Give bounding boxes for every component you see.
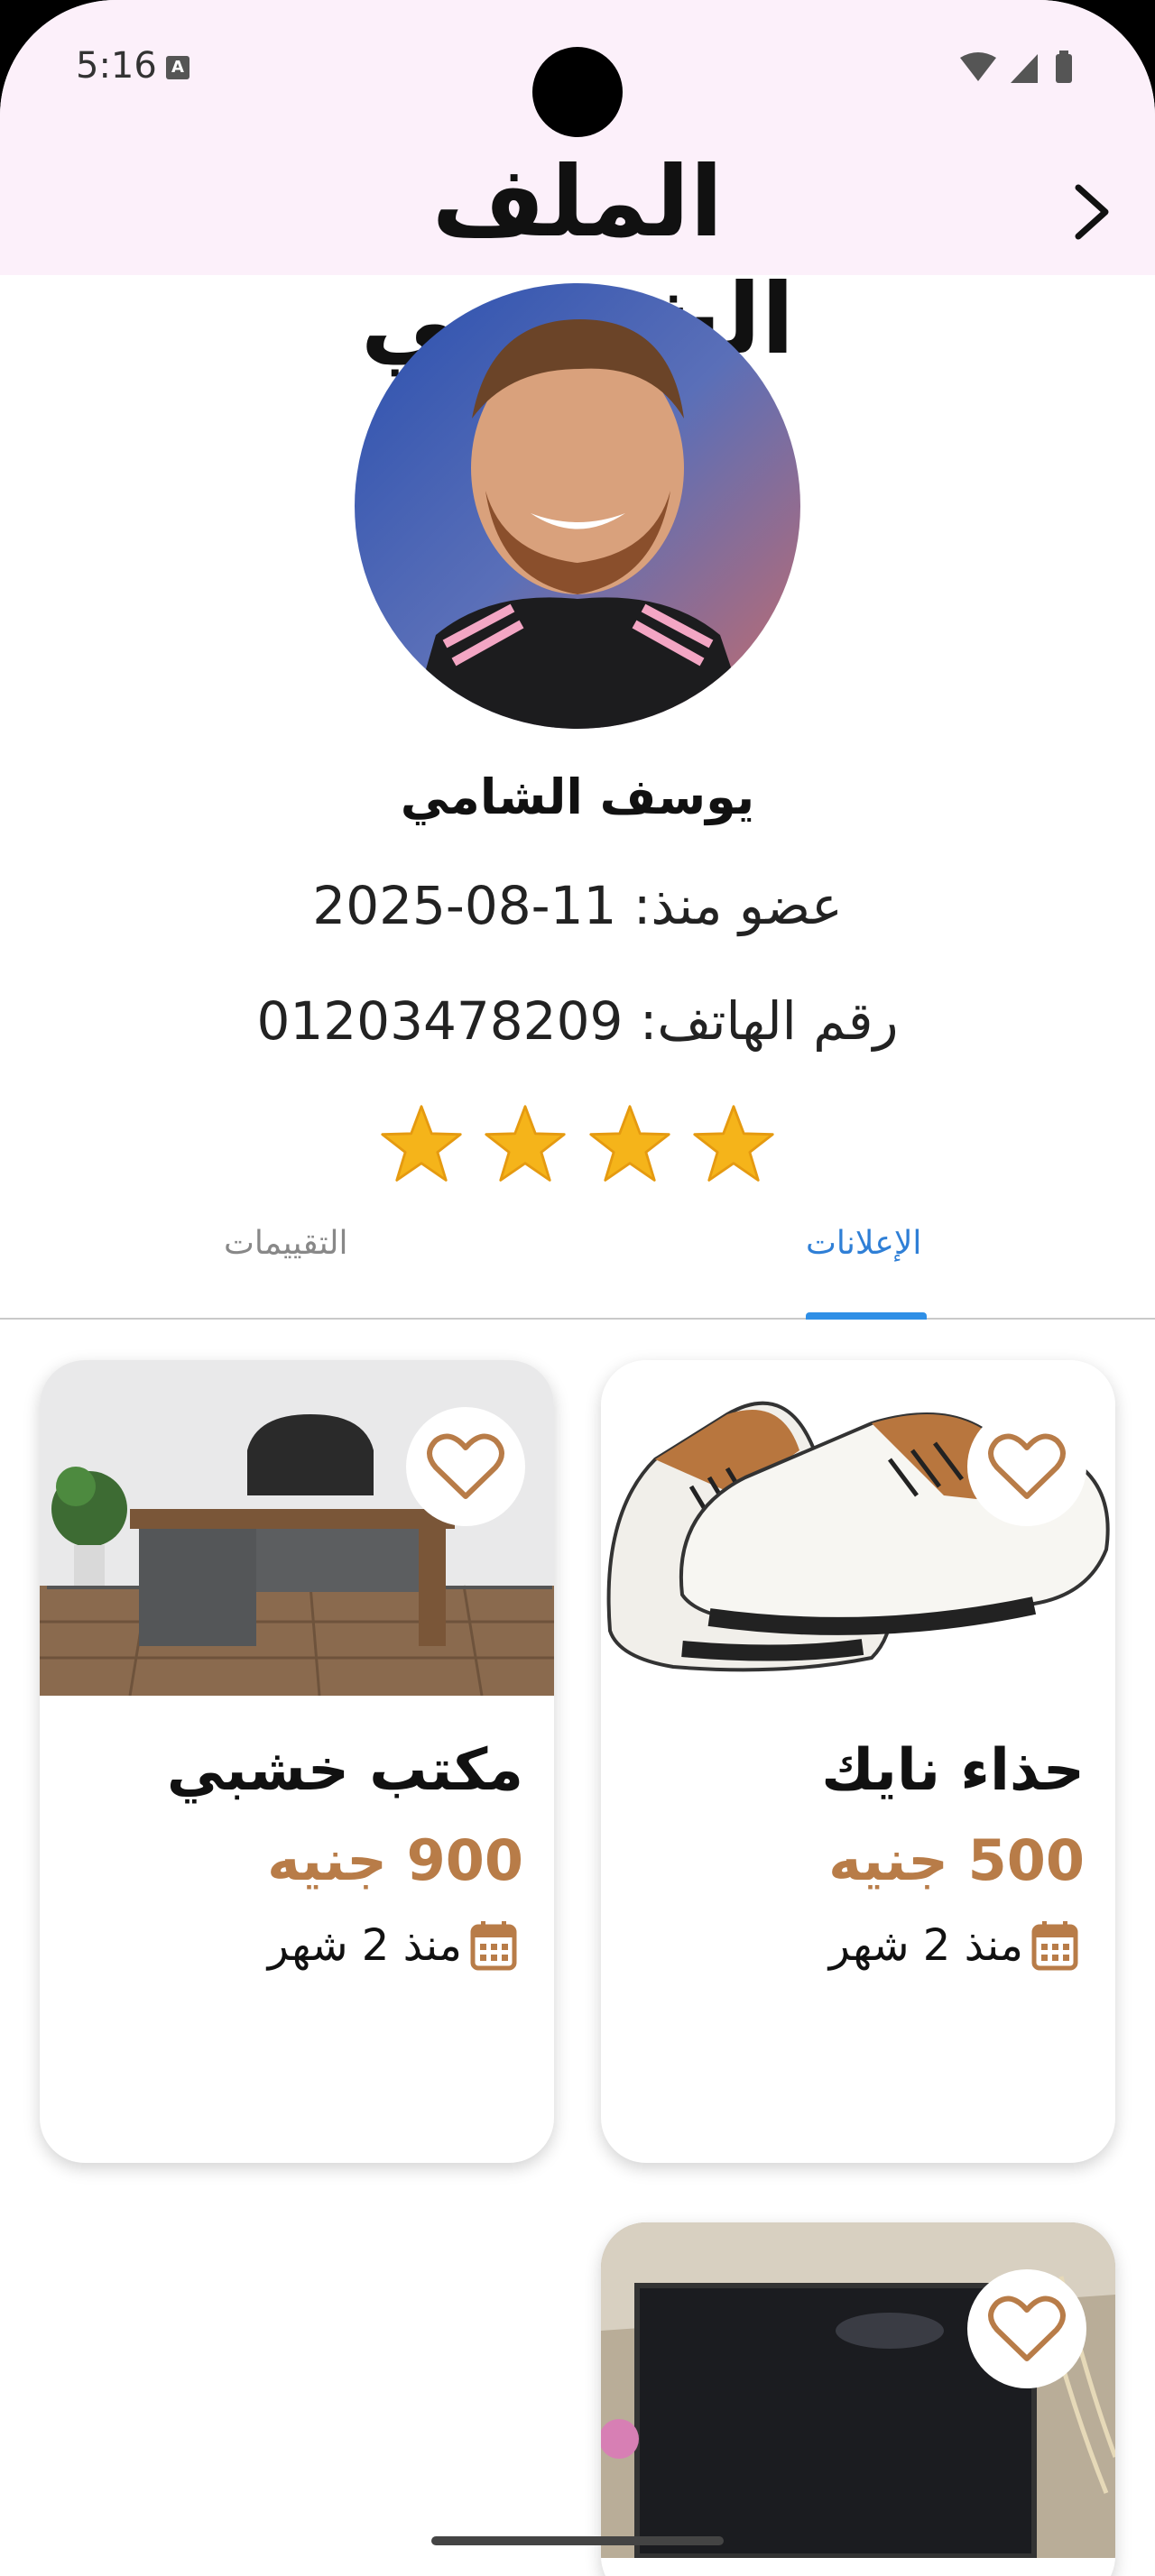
star-icon [589, 1105, 670, 1182]
calendar-icon [1031, 1921, 1078, 1971]
favorite-button[interactable] [406, 1407, 525, 1526]
home-indicator[interactable] [431, 2536, 724, 2545]
rating-stars [379, 1102, 776, 1192]
member-since: عضو منذ: 11-08-2025 [312, 875, 843, 936]
star-icon [381, 1105, 462, 1182]
listing-card[interactable] [601, 2222, 1115, 2576]
listing-date-text: منذ 2 شهر [267, 1920, 462, 1971]
listing-date: منذ 2 شهر [829, 1919, 1079, 1972]
favorite-button[interactable] [967, 1407, 1086, 1526]
app-header: 5:16 A الملف الشخصي [0, 0, 1155, 376]
wifi-icon [960, 52, 996, 81]
listing-card[interactable]: مكتب خشبي 900 جنيه منذ 2 شهر [40, 1360, 554, 2163]
tabs-divider [0, 1318, 1155, 1320]
notification-badge: A [166, 56, 189, 79]
profile-screen: 5:16 A الملف الشخصي [0, 0, 1155, 2576]
back-button[interactable] [1056, 176, 1128, 248]
status-icons [960, 51, 1072, 83]
listing-card[interactable]: حذاء نايك 500 جنيه منذ 2 شهر [601, 1360, 1115, 2163]
favorite-button[interactable] [967, 2269, 1086, 2388]
listing-date: منذ 2 شهر [268, 1919, 518, 1972]
heart-icon [988, 2295, 1066, 2361]
listing-title: حذاء نايك [821, 1737, 1085, 1804]
listing-date-text: منذ 2 شهر [828, 1920, 1023, 1971]
phone-number: رقم الهاتف: 01203478209 [256, 990, 899, 1052]
calendar-icon [470, 1921, 517, 1971]
listing-title: مكتب خشبي [166, 1737, 523, 1804]
avatar [355, 283, 800, 729]
star-icon [693, 1105, 774, 1182]
heart-icon [988, 1433, 1066, 1499]
star-icon [485, 1105, 566, 1182]
camera-cutout [532, 47, 623, 137]
battery-icon [1056, 54, 1072, 83]
signal-icon [1011, 54, 1038, 83]
user-name: يوسف الشامي [400, 768, 755, 825]
listing-price: 900 جنيه [267, 1827, 523, 1893]
tab-indicator [806, 1312, 927, 1320]
status-time: 5:16 [76, 45, 157, 87]
tab-ratings[interactable]: التقييمات [224, 1225, 347, 1262]
tab-ads[interactable]: الإعلانات [806, 1225, 921, 1262]
heart-icon [427, 1433, 504, 1499]
listing-price: 500 جنيه [828, 1827, 1085, 1893]
chevron-right-icon [1075, 184, 1109, 240]
